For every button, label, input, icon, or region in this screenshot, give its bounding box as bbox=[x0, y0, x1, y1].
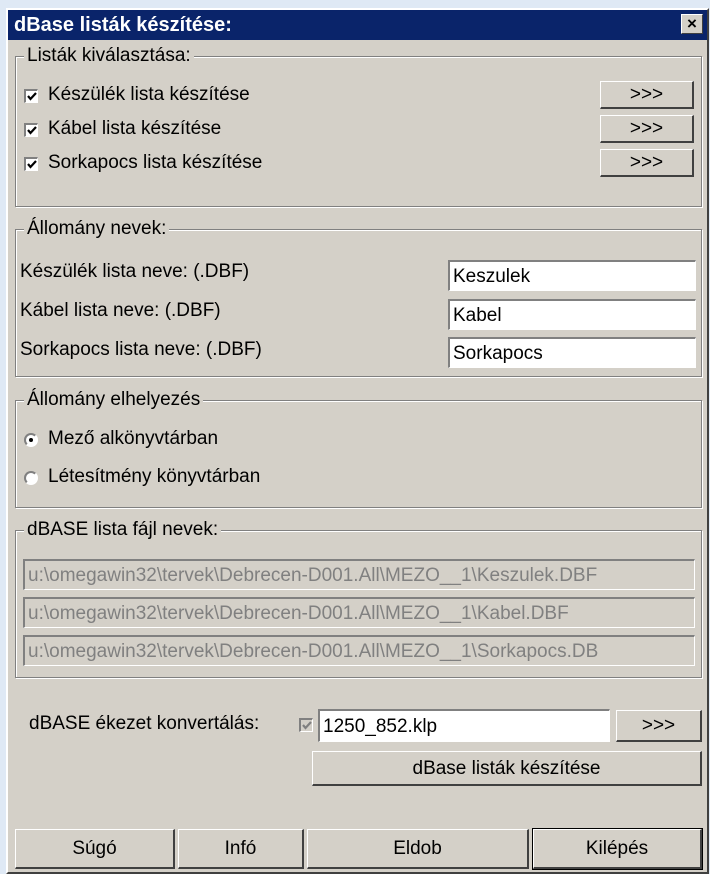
close-icon: × bbox=[687, 14, 697, 33]
check-icon bbox=[27, 126, 37, 135]
terminal-name-label: Sorkapocs lista neve: (.DBF) bbox=[20, 339, 262, 360]
file-placement-legend: Állomány elhelyezés bbox=[24, 389, 204, 411]
device-list-checkbox[interactable] bbox=[24, 89, 38, 103]
device-name-input[interactable]: Keszulek bbox=[448, 260, 696, 291]
cable-list-checkbox[interactable] bbox=[24, 123, 38, 137]
cable-path-field: u:\omegawin32\tervek\Debrecen-D001.All\M… bbox=[23, 597, 695, 628]
device-list-label: Készülék lista készítése bbox=[48, 84, 250, 105]
device-name-label: Készülék lista neve: (.DBF) bbox=[20, 261, 250, 282]
terminal-list-checkbox[interactable] bbox=[24, 157, 38, 171]
conversion-browse-button[interactable]: >>> bbox=[616, 710, 702, 742]
field-subdir-label: Mező alkönyvtárban bbox=[48, 428, 219, 449]
field-subdir-radio[interactable] bbox=[24, 433, 38, 447]
file-placement-group: Állomány elhelyezés Mező alkönyvtárban L… bbox=[15, 389, 702, 508]
terminal-name-input[interactable]: Sorkapocs bbox=[448, 337, 696, 368]
terminal-list-label: Sorkapocs lista készítése bbox=[48, 152, 263, 173]
facility-dir-label: Létesítmény könyvtárban bbox=[48, 466, 261, 487]
title-bar: dBase listák készítése: × bbox=[8, 10, 707, 40]
check-icon bbox=[302, 721, 312, 730]
window-title: dBase listák készítése: bbox=[14, 14, 232, 36]
cable-name-label: Kábel lista neve: (.DBF) bbox=[20, 300, 221, 321]
info-button[interactable]: Infó bbox=[178, 829, 304, 869]
dbase-file-names-group: dBASE lista fájl nevek: u:\omegawin32\te… bbox=[15, 519, 702, 678]
check-icon bbox=[27, 160, 37, 169]
cable-name-input[interactable]: Kabel bbox=[448, 299, 696, 330]
terminal-path-field: u:\omegawin32\tervek\Debrecen-D001.All\M… bbox=[23, 635, 695, 666]
cable-list-label: Kábel lista készítése bbox=[48, 118, 222, 139]
file-names-group: Állomány nevek: Készülék lista neve: (.D… bbox=[15, 218, 702, 377]
conversion-label: dBASE ékezet konvertálás: bbox=[29, 713, 260, 734]
dbase-file-names-legend: dBASE lista fájl nevek: bbox=[24, 519, 222, 541]
conversion-file-input[interactable]: 1250_852.klp bbox=[318, 709, 610, 742]
exit-button[interactable]: Kilépés bbox=[532, 828, 703, 870]
file-names-legend: Állomány nevek: bbox=[24, 218, 170, 240]
lists-selection-legend: Listák kiválasztása: bbox=[24, 45, 194, 67]
device-path-field: u:\omegawin32\tervek\Debrecen-D001.All\M… bbox=[23, 559, 695, 590]
check-icon bbox=[27, 92, 37, 101]
lists-selection-group: Listák kiválasztása: Készülék lista kész… bbox=[15, 45, 702, 207]
terminal-list-options-button[interactable]: >>> bbox=[600, 149, 694, 177]
dbase-lists-dialog: dBase listák készítése: × Listák kiválas… bbox=[6, 8, 709, 874]
discard-button[interactable]: Eldob bbox=[307, 829, 529, 869]
facility-dir-radio[interactable] bbox=[24, 471, 38, 485]
help-button[interactable]: Súgó bbox=[15, 829, 175, 869]
close-button[interactable]: × bbox=[681, 14, 703, 34]
create-lists-button[interactable]: dBase listák készítése bbox=[312, 751, 702, 786]
cable-list-options-button[interactable]: >>> bbox=[600, 115, 694, 143]
conversion-checkbox[interactable] bbox=[299, 718, 313, 732]
device-list-options-button[interactable]: >>> bbox=[600, 81, 694, 109]
